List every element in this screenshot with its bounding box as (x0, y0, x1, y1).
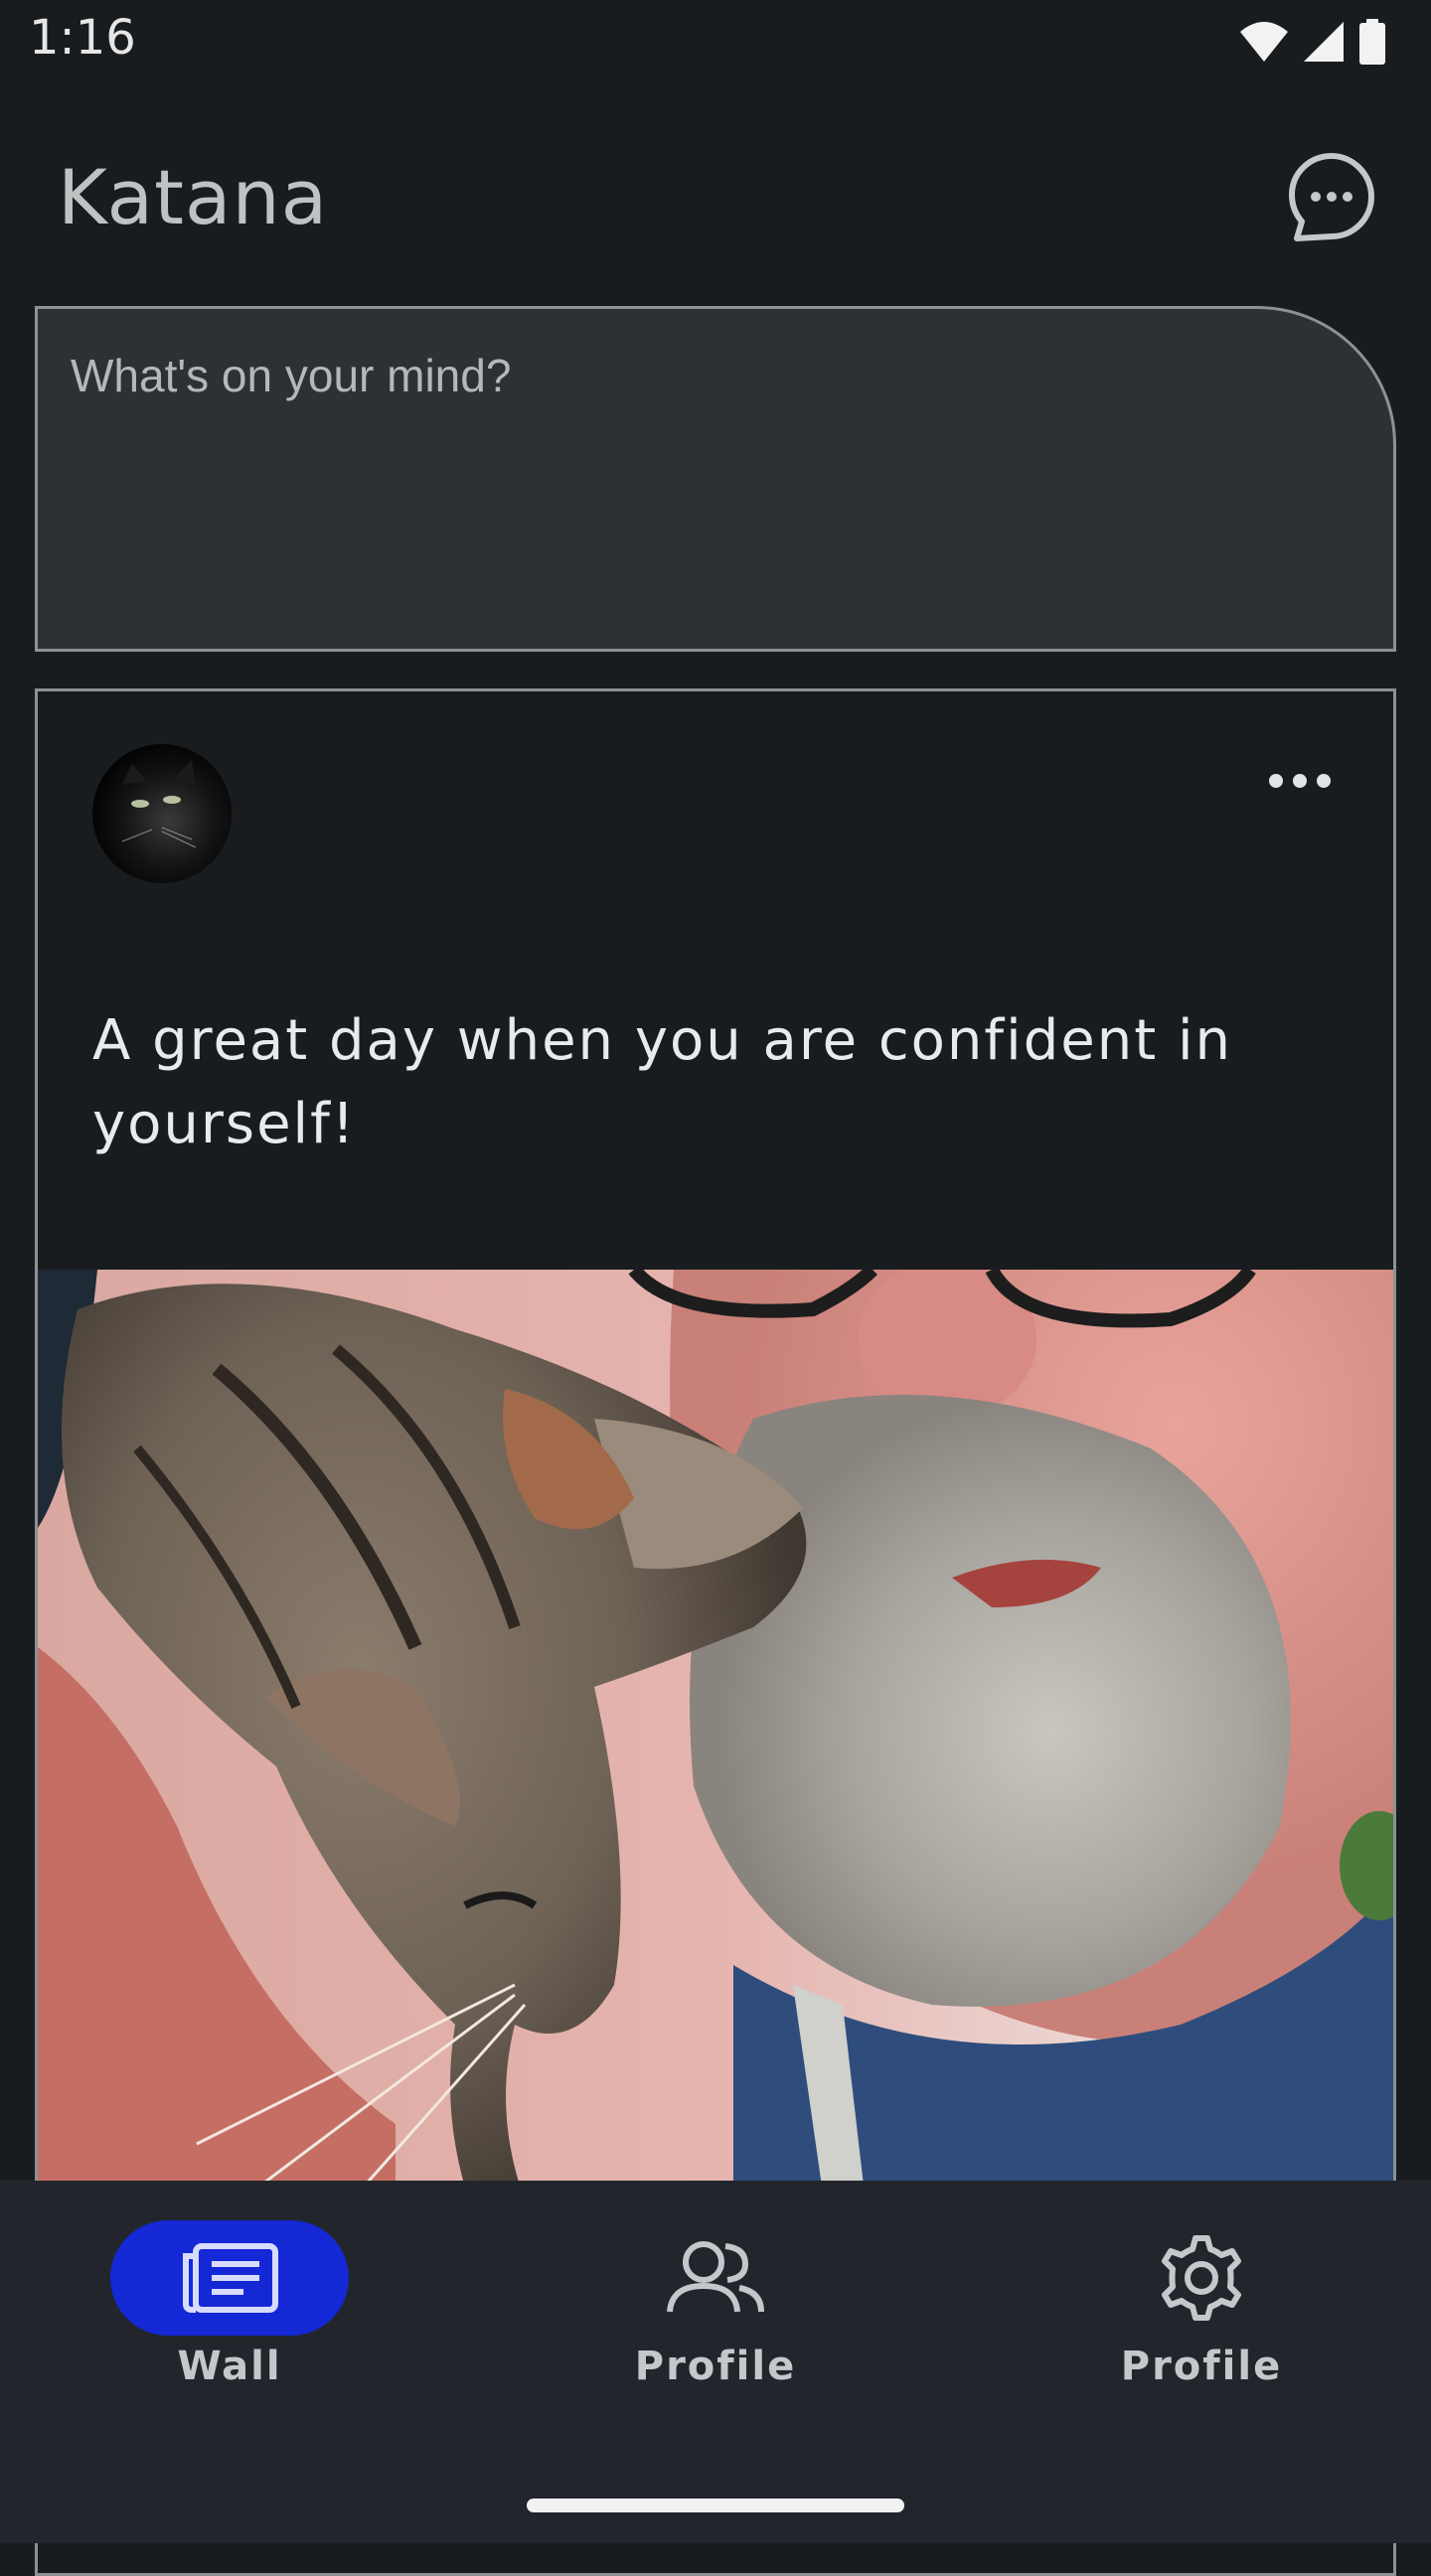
signal-icon (1304, 22, 1344, 62)
bottom-navigation: Wall Profile Profile (0, 2181, 1431, 2543)
people-icon (667, 2241, 764, 2313)
avatar[interactable] (92, 744, 232, 883)
chat-bubble-icon (1289, 153, 1374, 241)
nav-pill-profile (596, 2220, 835, 2336)
gear-icon (1162, 2235, 1241, 2321)
nav-pill-settings (1082, 2220, 1321, 2336)
post-composer-input[interactable] (38, 309, 1393, 649)
home-indicator[interactable] (527, 2499, 904, 2512)
post-photo (38, 1270, 1393, 2263)
status-time: 1:16 (29, 10, 136, 66)
nav-label-settings: Profile (1120, 2344, 1283, 2389)
nav-pill-wall (110, 2220, 349, 2336)
status-bar: 1:16 (0, 0, 1431, 83)
nav-item-settings[interactable]: Profile (1052, 2220, 1351, 2419)
wall-icon (183, 2243, 278, 2313)
post-composer (35, 306, 1396, 652)
cat-avatar-image (92, 744, 232, 883)
post-image[interactable] (38, 1270, 1393, 2263)
nav-item-wall[interactable]: Wall (80, 2220, 379, 2419)
post-text: A great day when you are confident in yo… (92, 1008, 1232, 1156)
app-header: Katana (0, 83, 1431, 302)
post-more-button[interactable] (1260, 751, 1340, 811)
more-horizontal-icon (1269, 774, 1331, 788)
nav-item-profile[interactable]: Profile (566, 2220, 865, 2419)
wifi-icon (1240, 22, 1288, 62)
nav-label-wall: Wall (177, 2344, 282, 2389)
chat-button[interactable] (1284, 149, 1379, 244)
battery-icon (1359, 19, 1385, 65)
nav-label-profile: Profile (634, 2344, 797, 2389)
app-title: Katana (58, 153, 329, 241)
status-icons (1238, 18, 1387, 66)
